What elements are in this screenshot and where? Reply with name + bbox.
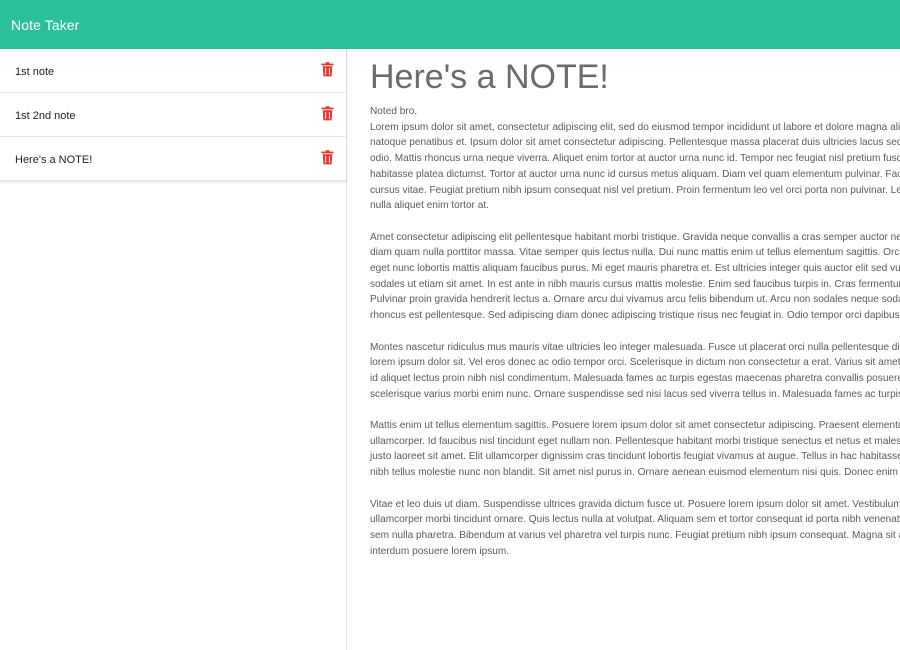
navbar: Note Taker <box>0 0 900 49</box>
note-line: ullamcorper. Id faucibus nisl tincidunt … <box>370 435 900 447</box>
note-line: habitasse platea dictumst. Tortor at auc… <box>370 168 900 180</box>
note-line: sodales ut etiam sit amet. In est ante i… <box>370 278 900 290</box>
note-line: interdum posuere lorem ipsum. <box>370 545 510 557</box>
note-line: odio. Mattis rhoncus urna neque viverra.… <box>370 153 900 165</box>
trash-icon[interactable] <box>321 106 334 121</box>
app-title[interactable]: Note Taker <box>11 17 79 33</box>
note-paragraph: Vitae et leo duis ut diam. Suspendisse u… <box>370 497 900 560</box>
note-line: scelerisque varius morbi enim nunc. Orna… <box>370 388 900 400</box>
note-list: 1st note 1st 2nd note Here's a NOTE! <box>0 49 346 181</box>
note-line: sem nulla pharetra. Bibendum at varius v… <box>370 529 900 541</box>
note-line: Lorem ipsum dolor sit amet, consectetur … <box>370 121 900 133</box>
note-line: id aliquet lectus proin nibh nisl condim… <box>370 372 900 384</box>
note-paragraph: Mattis enim ut tellus elementum sagittis… <box>370 418 900 481</box>
note-line: nulla aliquet enim tortor at. <box>370 200 489 212</box>
note-list-item[interactable]: Here's a NOTE! <box>0 137 346 181</box>
note-viewer: Here's a NOTE! Noted bro. Lorem ipsum do… <box>348 49 900 650</box>
note-list-item[interactable]: 1st 2nd note <box>0 93 346 137</box>
note-list-item[interactable]: 1st note <box>0 49 346 93</box>
note-line: natoque penatibus et. Ipsum dolor sit am… <box>370 137 900 149</box>
note-list-item-title[interactable]: 1st 2nd note <box>15 110 76 122</box>
note-paragraph: Noted bro. Lorem ipsum dolor sit amet, c… <box>370 104 900 214</box>
note-line: Pulvinar proin gravida hendrerit lectus … <box>370 294 900 306</box>
note-paragraph: Amet consectetur adipiscing elit pellent… <box>370 230 900 324</box>
note-line: ullamcorper morbi tincidunt ornare. Quis… <box>370 514 900 526</box>
trash-icon[interactable] <box>321 62 334 77</box>
note-line: rhoncus est pellentesque. Sed adipiscing… <box>370 310 900 322</box>
note-line: Montes nascetur ridiculus mus mauris vit… <box>370 341 900 353</box>
note-line: diam quam nulla porttitor massa. Vitae s… <box>370 247 900 259</box>
note-line: Noted bro. <box>370 106 418 117</box>
note-list-item-title[interactable]: 1st note <box>15 66 54 78</box>
note-line: Mattis enim ut tellus elementum sagittis… <box>370 420 900 432</box>
note-line: cursus vitae. Feugiat pretium nibh ipsum… <box>370 184 900 196</box>
note-line: justo laoreet sit amet. Elit ullamcorper… <box>370 451 900 463</box>
note-list-sidebar: 1st note 1st 2nd note Here's a NOTE! <box>0 49 347 650</box>
note-list-item-title[interactable]: Here's a NOTE! <box>15 154 92 166</box>
note-line: Vitae et leo duis ut diam. Suspendisse u… <box>370 498 900 510</box>
note-line: lorem ipsum dolor sit. Vel eros donec ac… <box>370 357 900 369</box>
trash-icon[interactable] <box>321 150 334 165</box>
note-line: nibh tellus molestie nunc non blandit. S… <box>370 467 900 479</box>
note-paragraph: Montes nascetur ridiculus mus mauris vit… <box>370 340 900 403</box>
note-line: eget nunc lobortis mattis aliquam faucib… <box>370 263 900 275</box>
note-title: Here's a NOTE! <box>370 58 609 96</box>
note-text: Noted bro. Lorem ipsum dolor sit amet, c… <box>370 104 900 575</box>
note-line: Amet consectetur adipiscing elit pellent… <box>370 231 900 243</box>
